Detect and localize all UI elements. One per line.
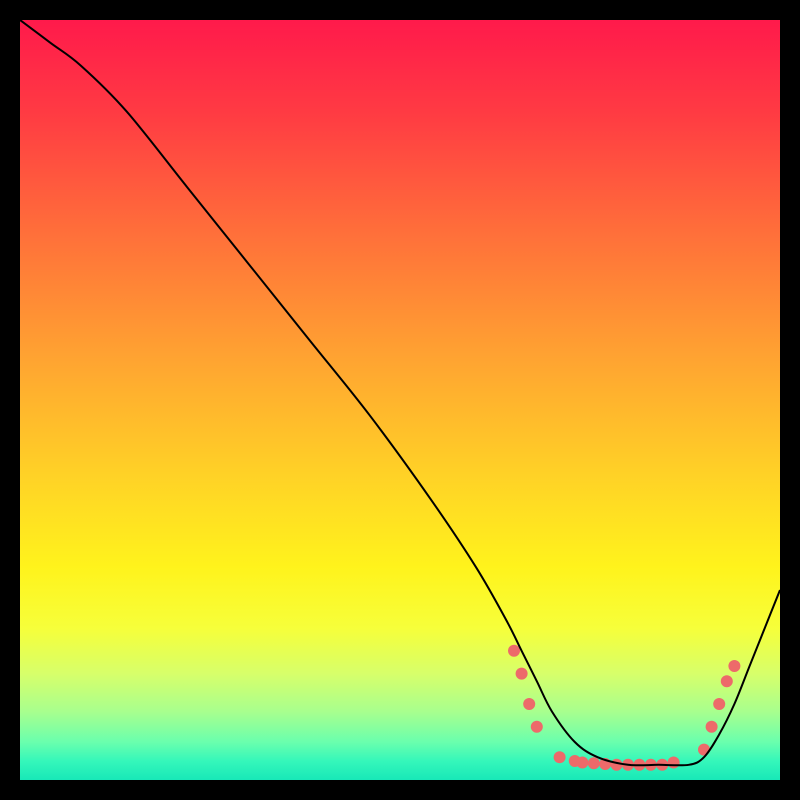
- marker-dot: [516, 668, 528, 680]
- marker-dot: [531, 721, 543, 733]
- marker-dot: [523, 698, 535, 710]
- chart-frame: TheBottleneck.com: [20, 20, 780, 780]
- marker-dot: [508, 645, 520, 657]
- chart-plot: [20, 20, 780, 780]
- marker-dot: [611, 759, 623, 771]
- marker-dot: [576, 757, 588, 769]
- marker-dot: [698, 744, 710, 756]
- marker-dot: [668, 757, 680, 769]
- marker-dot: [721, 675, 733, 687]
- marker-dot: [554, 751, 566, 763]
- gradient-fill: [20, 20, 780, 780]
- marker-dot: [706, 721, 718, 733]
- marker-dot: [713, 698, 725, 710]
- marker-dot: [728, 660, 740, 672]
- marker-dot: [588, 757, 600, 769]
